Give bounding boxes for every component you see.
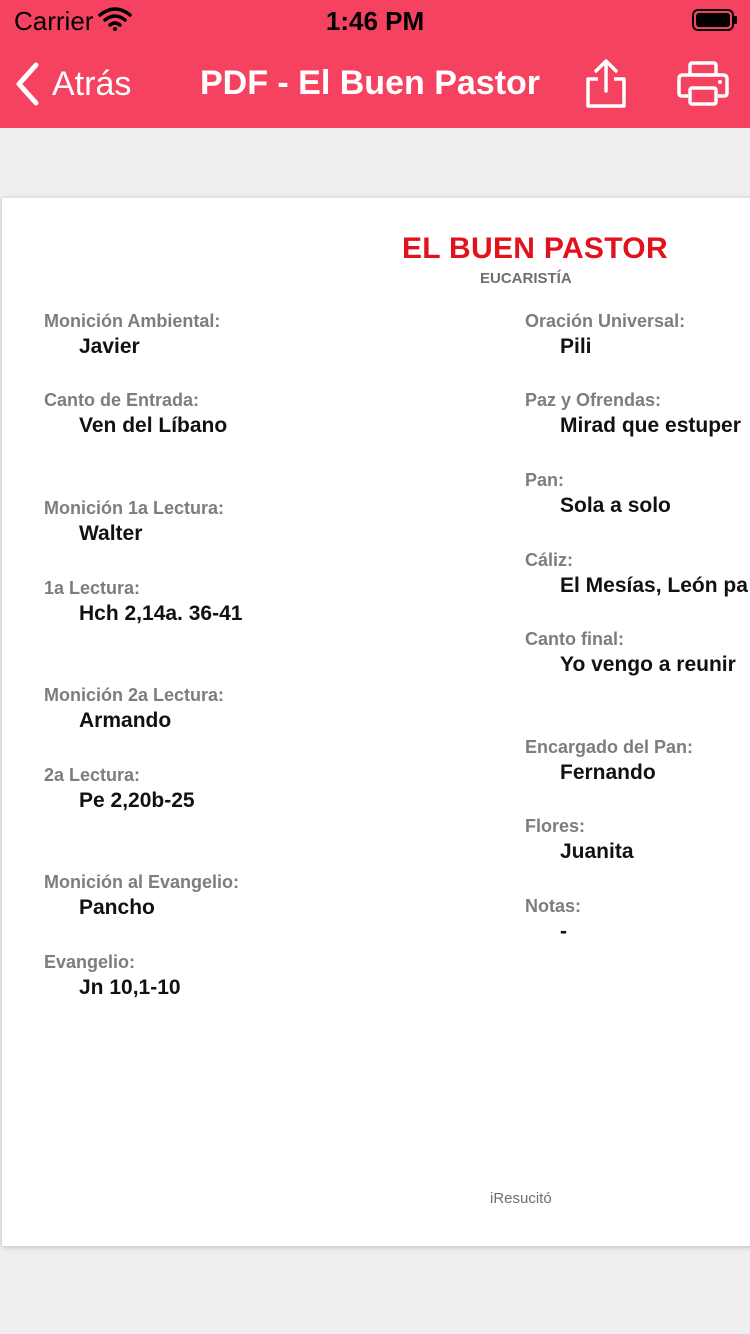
entry-value: Juanita [560,840,634,863]
share-icon[interactable] [582,58,630,110]
navigation-bar: Atrás PDF - El Buen Pastor [0,40,750,128]
entry-value: Pili [560,335,592,358]
chevron-left-icon [16,62,39,106]
entry-label: 1a Lectura: [44,578,141,598]
entry-value: Walter [79,522,143,545]
entry-evangelio: Evangelio: Jn 10,1-10 [44,951,181,1003]
entry-canto-final: Canto final: Yo vengo a reunir [525,628,736,680]
status-bar: Carrier 1:46 PM [0,0,750,40]
entry-label: Notas: [525,896,582,916]
entry-label: Encargado del Pan: [525,737,694,757]
entry-encargado-pan: Encargado del Pan: Fernando [525,736,693,788]
battery-icon [692,9,737,31]
entry-value: Pe 2,20b-25 [79,789,195,812]
entry-2a-lectura: 2a Lectura: Pe 2,20b-25 [44,764,195,816]
nav-header: Carrier 1:46 PM Atrás PDF - El Buen Past… [0,0,750,128]
document-subtitle: EUCARISTÍA [480,270,572,287]
document-footer: iResucitó [490,1190,552,1207]
entry-monicion-evangelio: Monición al Evangelio: Pancho [44,871,239,923]
page-title: PDF - El Buen Pastor [199,64,541,102]
entry-label: Monición Ambiental: [44,311,221,331]
entry-label: Canto de Entrada: [44,390,200,410]
entry-value: Jn 10,1-10 [79,976,181,999]
entry-label: Paz y Ofrendas: [525,390,662,410]
entry-label: Monición 2a Lectura: [44,685,225,705]
entry-value: Hch 2,14a. 36-41 [79,602,243,625]
entry-value: Yo vengo a reunir [560,653,736,676]
entry-monicion-ambiental: Monición Ambiental: Javier [44,310,220,362]
back-label: Atrás [52,64,132,103]
entry-1a-lectura: 1a Lectura: Hch 2,14a. 36-41 [44,577,242,629]
entry-oracion-universal: Oración Universal: Pili [525,310,685,362]
entry-value: Pancho [79,896,155,919]
entry-monicion-2a-lectura: Monición 2a Lectura: Armando [44,684,224,736]
entry-value: Javier [79,335,140,358]
clock: 1:46 PM [325,6,425,36]
entry-label: Flores: [525,816,586,836]
entry-value: Sola a solo [560,494,671,517]
entry-label: Cáliz: [525,550,574,570]
entry-value: Armando [79,709,172,732]
entry-label: Pan: [525,470,565,490]
back-button[interactable]: Atrás [14,58,131,110]
entry-notas: Notas: - [525,895,581,947]
entry-pan: Pan: Sola a solo [525,469,671,521]
entry-paz-ofrendas: Paz y Ofrendas: Mirad que estuper [525,389,741,441]
entry-caliz: Cáliz: El Mesías, León pa [525,549,748,601]
pdf-page[interactable]: EL BUEN PASTOR EUCARISTÍA Monición Ambie… [2,198,750,1246]
entry-value: Fernando [560,761,656,784]
entry-value: Mirad que estuper [560,414,741,437]
entry-value: El Mesías, León pa [560,574,748,597]
entry-value: Ven del Líbano [79,414,228,437]
entry-monicion-1a-lectura: Monición 1a Lectura: Walter [44,497,224,549]
entry-flores: Flores: Juanita [525,815,634,867]
entry-label: Monición 1a Lectura: [44,498,225,518]
entry-label: 2a Lectura: [44,765,141,785]
entry-label: Monición al Evangelio: [44,872,240,892]
entry-label: Canto final: [525,629,624,649]
printer-icon[interactable] [676,60,730,108]
entry-label: Oración Universal: [525,311,686,331]
entry-value: - [560,920,567,943]
document-title: EL BUEN PASTOR [402,232,668,265]
entry-canto-entrada: Canto de Entrada: Ven del Líbano [44,389,227,441]
entry-label: Evangelio: [44,952,136,972]
